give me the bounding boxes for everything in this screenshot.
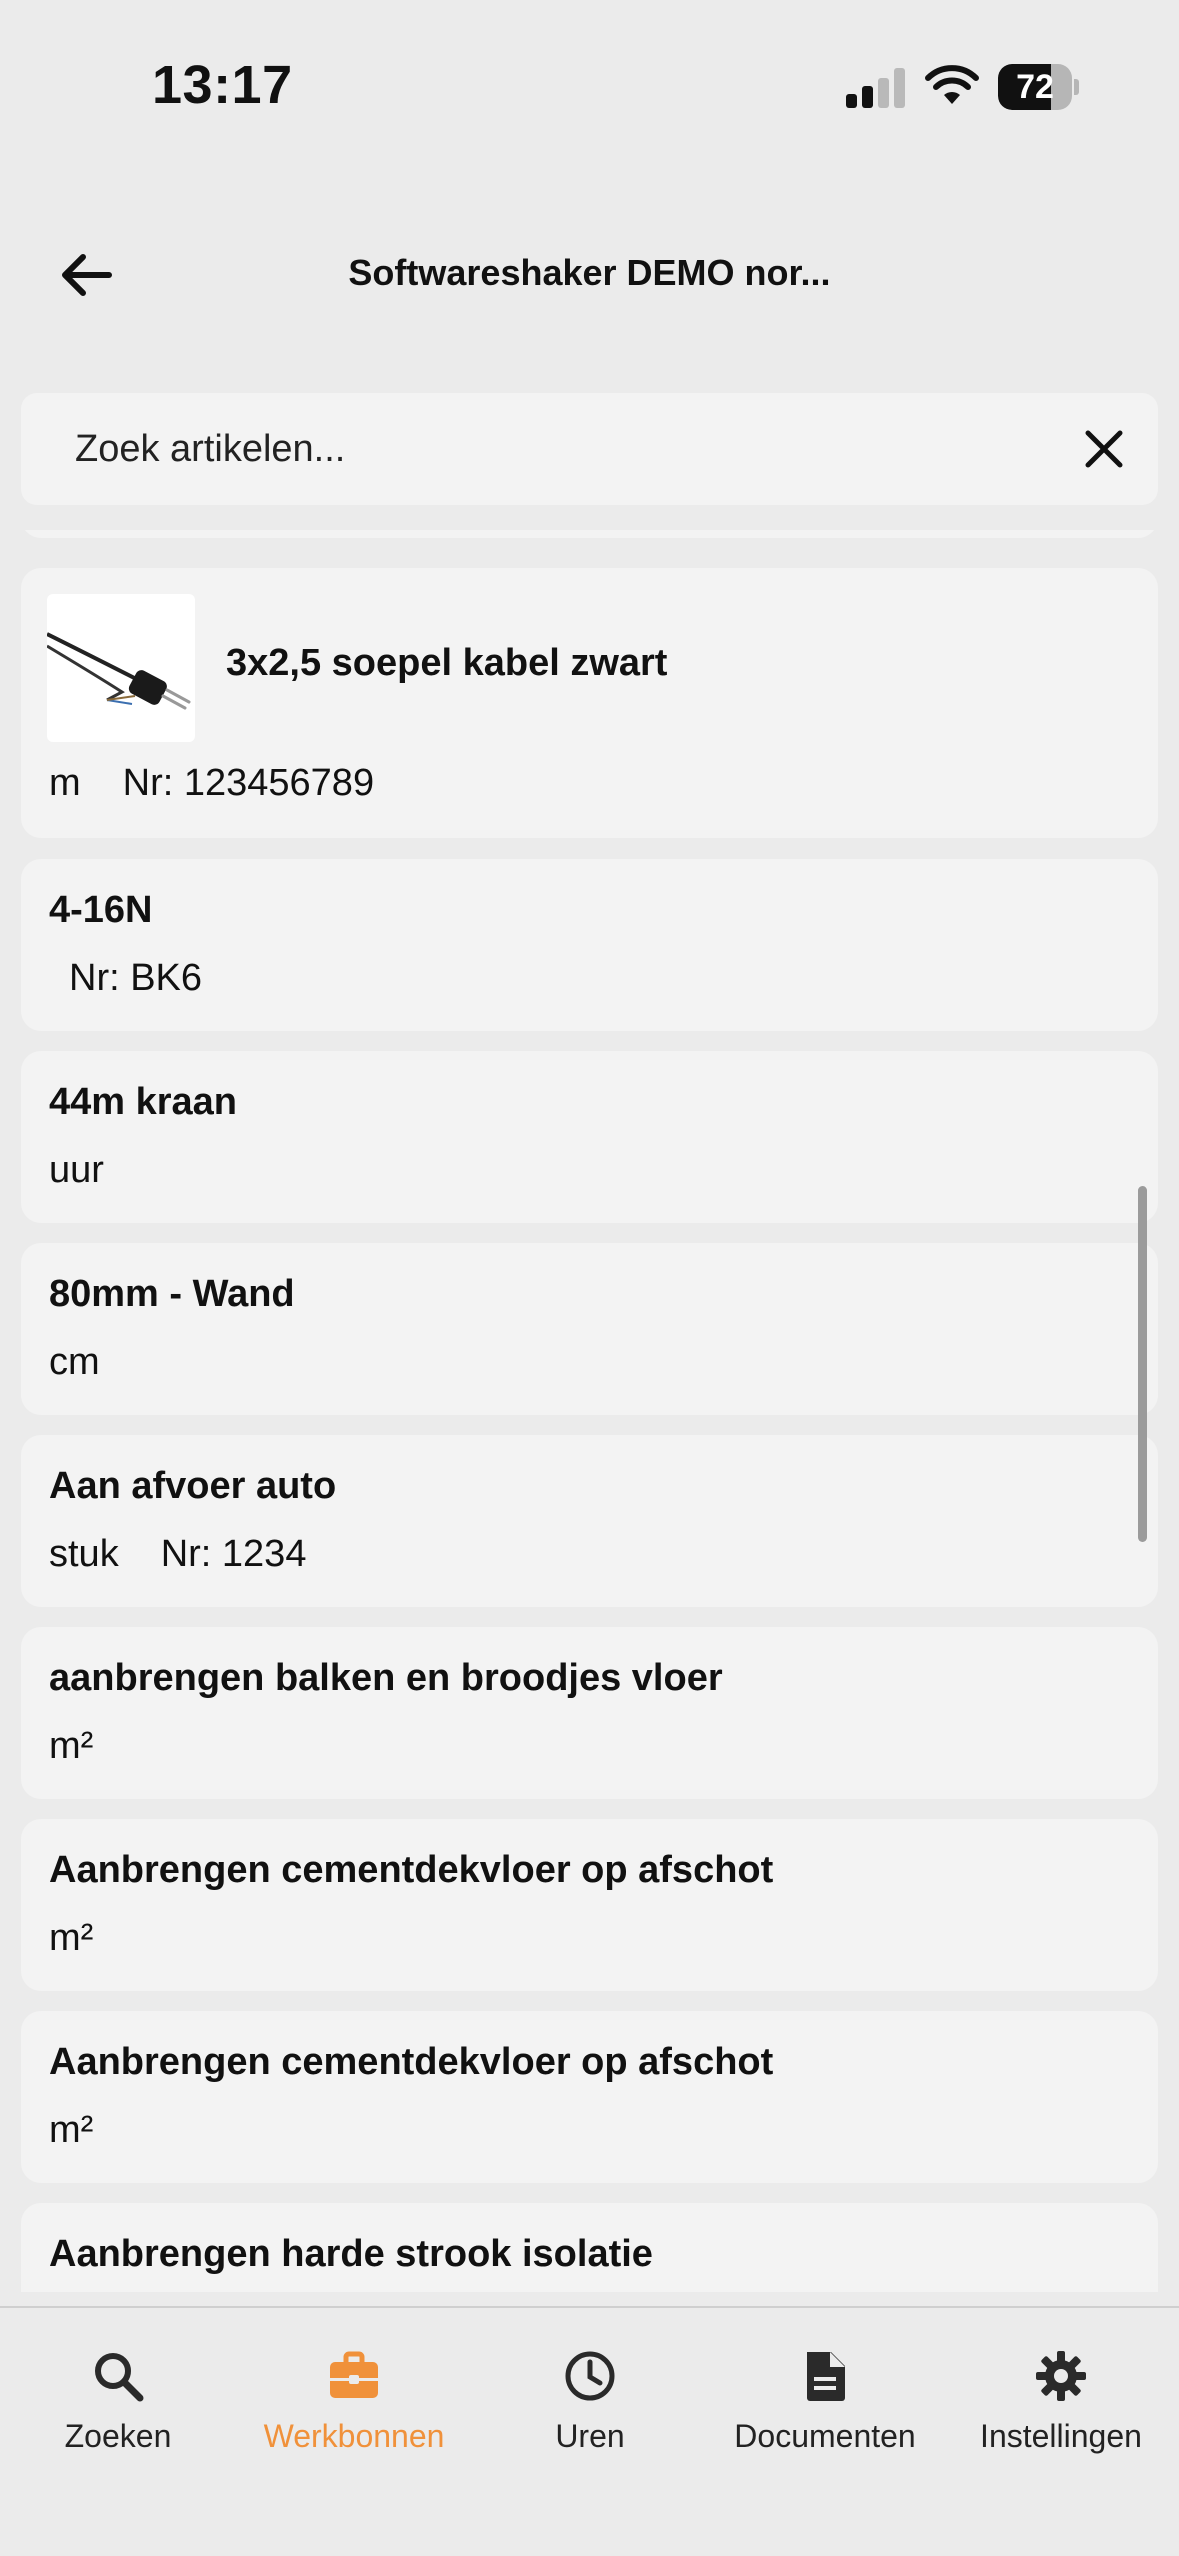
search-bar: [21, 393, 1158, 505]
tab-label: Zoeken: [64, 2418, 172, 2454]
article-unit: m²: [49, 2109, 94, 2151]
article-unit: stuk: [49, 1533, 119, 1575]
search-input[interactable]: [75, 393, 1035, 505]
list-item[interactable]: Aan afvoer auto stuk Nr: 1234: [21, 1435, 1158, 1607]
article-unit: m²: [49, 1725, 94, 1767]
article-title: Aanbrengen cementdekvloer op afschot: [49, 2041, 774, 2083]
gear-icon: [1036, 2351, 1086, 2401]
scrollbar[interactable]: [1138, 1186, 1147, 1542]
tab-label: Werkbonnen: [263, 2418, 445, 2454]
wifi-icon: [925, 65, 979, 104]
header: Softwareshaker DEMO nor...: [0, 220, 1179, 330]
article-details: m Nr: 123456789: [49, 762, 374, 805]
briefcase-icon: [330, 2351, 378, 2398]
list-item[interactable]: 44m kraan uur: [21, 1051, 1158, 1223]
article-title: 3x2,5 soepel kabel zwart: [226, 642, 668, 684]
cellular-signal-icon: [846, 68, 908, 108]
tab-label: Documenten: [734, 2418, 916, 2454]
tab-uren[interactable]: Uren: [472, 2348, 708, 2468]
page-title: Softwareshaker DEMO nor...: [348, 252, 831, 293]
article-unit: uur: [49, 1149, 104, 1191]
article-unit: cm: [49, 1341, 100, 1383]
list-item[interactable]: 80mm - Wand cm: [21, 1243, 1158, 1415]
article-details: cm: [49, 1341, 100, 1384]
list-item[interactable]: aanbrengen balken en broodjes vloer m²: [21, 1627, 1158, 1799]
article-details: m²: [49, 1725, 93, 1768]
status-bar: 13:17 72: [0, 0, 1179, 150]
article-details: m²: [49, 1917, 93, 1960]
article-details: stuk Nr: 1234: [49, 1533, 306, 1576]
article-details: uur: [49, 1149, 104, 1192]
article-number: Nr: 1234: [160, 1533, 307, 1575]
arrow-left-icon: [62, 254, 112, 296]
tab-bar: Zoeken Werkbonnen Uren Documenten Instel…: [0, 2306, 1179, 2556]
article-title: Aanbrengen harde strook isolatie: [49, 2233, 653, 2275]
document-icon: [807, 2352, 845, 2401]
search-icon: [95, 2353, 144, 2402]
tab-zoeken[interactable]: Zoeken: [0, 2348, 236, 2468]
article-title: aanbrengen balken en broodjes vloer: [49, 1657, 723, 1699]
tab-documenten[interactable]: Documenten: [707, 2348, 943, 2468]
article-details: Nr: BK6: [69, 957, 202, 1000]
list-item[interactable]: Aanbrengen cementdekvloer op afschot m²: [21, 1819, 1158, 1991]
article-details: m²: [49, 2109, 93, 2152]
power-cable-image: [47, 594, 195, 742]
list-item[interactable]: Aanbrengen harde strook isolatie: [21, 2203, 1158, 2292]
article-number: Nr: 123456789: [122, 762, 375, 804]
article-title: 80mm - Wand: [49, 1273, 295, 1315]
article-title: Aan afvoer auto: [49, 1465, 337, 1507]
list-item-partial: [21, 530, 1158, 538]
article-title: Aanbrengen cementdekvloer op afschot: [49, 1849, 774, 1891]
clear-search-button[interactable]: [1074, 419, 1134, 479]
back-button[interactable]: [40, 240, 130, 310]
list-item[interactable]: Aanbrengen cementdekvloer op afschot m²: [21, 2011, 1158, 2183]
article-title: 4-16N: [49, 889, 153, 931]
list-item[interactable]: 4-16N Nr: BK6: [21, 859, 1158, 1031]
tab-label: Uren: [555, 2418, 625, 2454]
battery-percentage: 72: [1016, 68, 1054, 106]
tab-label: Instellingen: [980, 2418, 1142, 2454]
article-number: Nr: BK6: [69, 957, 203, 999]
article-unit: m²: [49, 1917, 94, 1959]
tab-werkbonnen[interactable]: Werkbonnen: [236, 2348, 472, 2468]
clock-icon: [565, 2351, 615, 2401]
article-list[interactable]: 3x2,5 soepel kabel zwart m Nr: 123456789…: [0, 530, 1179, 2292]
list-item[interactable]: 3x2,5 soepel kabel zwart m Nr: 123456789: [21, 568, 1158, 838]
tab-instellingen[interactable]: Instellingen: [943, 2348, 1179, 2468]
close-icon: [1085, 430, 1123, 468]
status-time: 13:17: [152, 55, 293, 115]
article-unit: m: [49, 762, 81, 804]
article-title: 44m kraan: [49, 1081, 238, 1123]
battery-icon: 72: [998, 64, 1079, 110]
